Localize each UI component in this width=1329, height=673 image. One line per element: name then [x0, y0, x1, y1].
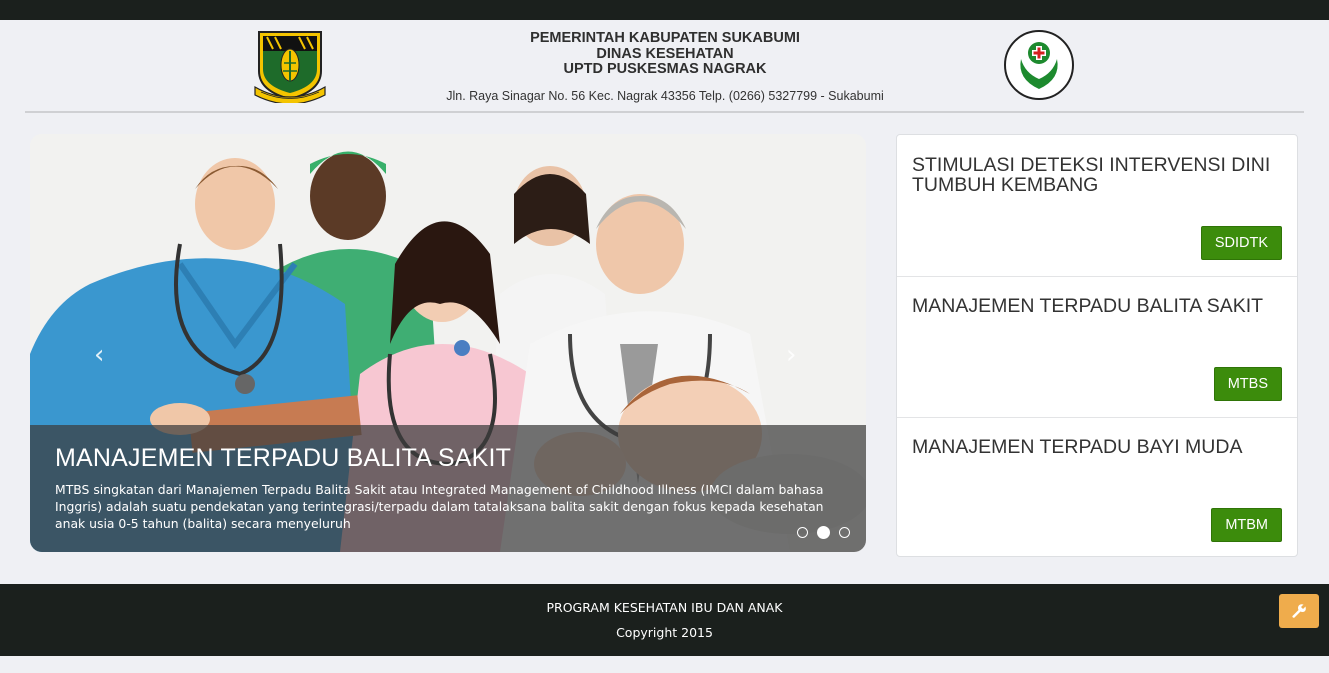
page-header: PEMERINTAH KABUPATEN SUKABUMI DINAS KESE…	[0, 20, 1329, 114]
carousel-next-button[interactable]: ›	[786, 342, 796, 368]
header-divider	[25, 111, 1304, 113]
header-puskesmas-title: UPTD PUSKESMAS NAGRAK	[563, 61, 767, 77]
page-footer: PROGRAM KESEHATAN IBU DAN ANAK Copyright…	[0, 584, 1329, 656]
carousel-prev-button[interactable]: ‹	[94, 342, 104, 368]
bakti-husada-logo	[1003, 29, 1075, 101]
program-item-mtbs: MANAJEMEN TERPADU BALITA SAKIT MTBS	[897, 276, 1297, 418]
program-item-mtbm: MANAJEMEN TERPADU BAYI MUDA MTBM	[897, 417, 1297, 558]
programs-panel: STIMULASI DETEKSI INTERVENSI DINI TUMBUH…	[896, 134, 1298, 557]
mtbs-button[interactable]: MTBS	[1213, 367, 1282, 401]
chevron-left-icon: ‹	[94, 340, 105, 370]
wrench-icon	[1292, 604, 1306, 618]
carousel-indicator-2[interactable]	[817, 526, 831, 539]
header-government-title: PEMERINTAH KABUPATEN SUKABUMI	[530, 30, 800, 46]
caption-description: MTBS singkatan dari Manajemen Terpadu Ba…	[55, 482, 824, 531]
hero-carousel[interactable]: ‹ › MANAJEMEN TERPADU BALITA SAKIT MTBS …	[30, 134, 866, 552]
mtbm-button[interactable]: MTBM	[1211, 508, 1282, 542]
footer-title: PROGRAM KESEHATAN IBU DAN ANAK	[546, 600, 783, 615]
settings-tool-button[interactable]	[1279, 594, 1319, 628]
sdidtk-button[interactable]: SDIDTK	[1200, 226, 1282, 260]
sukabumi-emblem-logo	[253, 29, 327, 105]
header-department-title: DINAS KESEHATAN	[596, 45, 734, 62]
header-address: Jln. Raya Sinagar No. 56 Kec. Nagrak 433…	[446, 88, 884, 103]
chevron-right-icon: ›	[786, 340, 797, 370]
program-item-sdidtk: STIMULASI DETEKSI INTERVENSI DINI TUMBUH…	[897, 135, 1297, 277]
carousel-caption: MANAJEMEN TERPADU BALITA SAKIT MTBS sing…	[30, 425, 866, 552]
carousel-indicators	[797, 522, 854, 539]
top-bar	[0, 0, 1329, 20]
caption-title: MANAJEMEN TERPADU BALITA SAKIT	[55, 444, 512, 472]
program-title: STIMULASI DETEKSI INTERVENSI DINI TUMBUH…	[912, 154, 1271, 196]
program-title: MANAJEMEN TERPADU BALITA SAKIT	[912, 295, 1264, 317]
footer-copyright: Copyright 2015	[616, 625, 713, 640]
program-title: MANAJEMEN TERPADU BAYI MUDA	[912, 436, 1243, 458]
carousel-indicator-1[interactable]	[797, 527, 808, 538]
